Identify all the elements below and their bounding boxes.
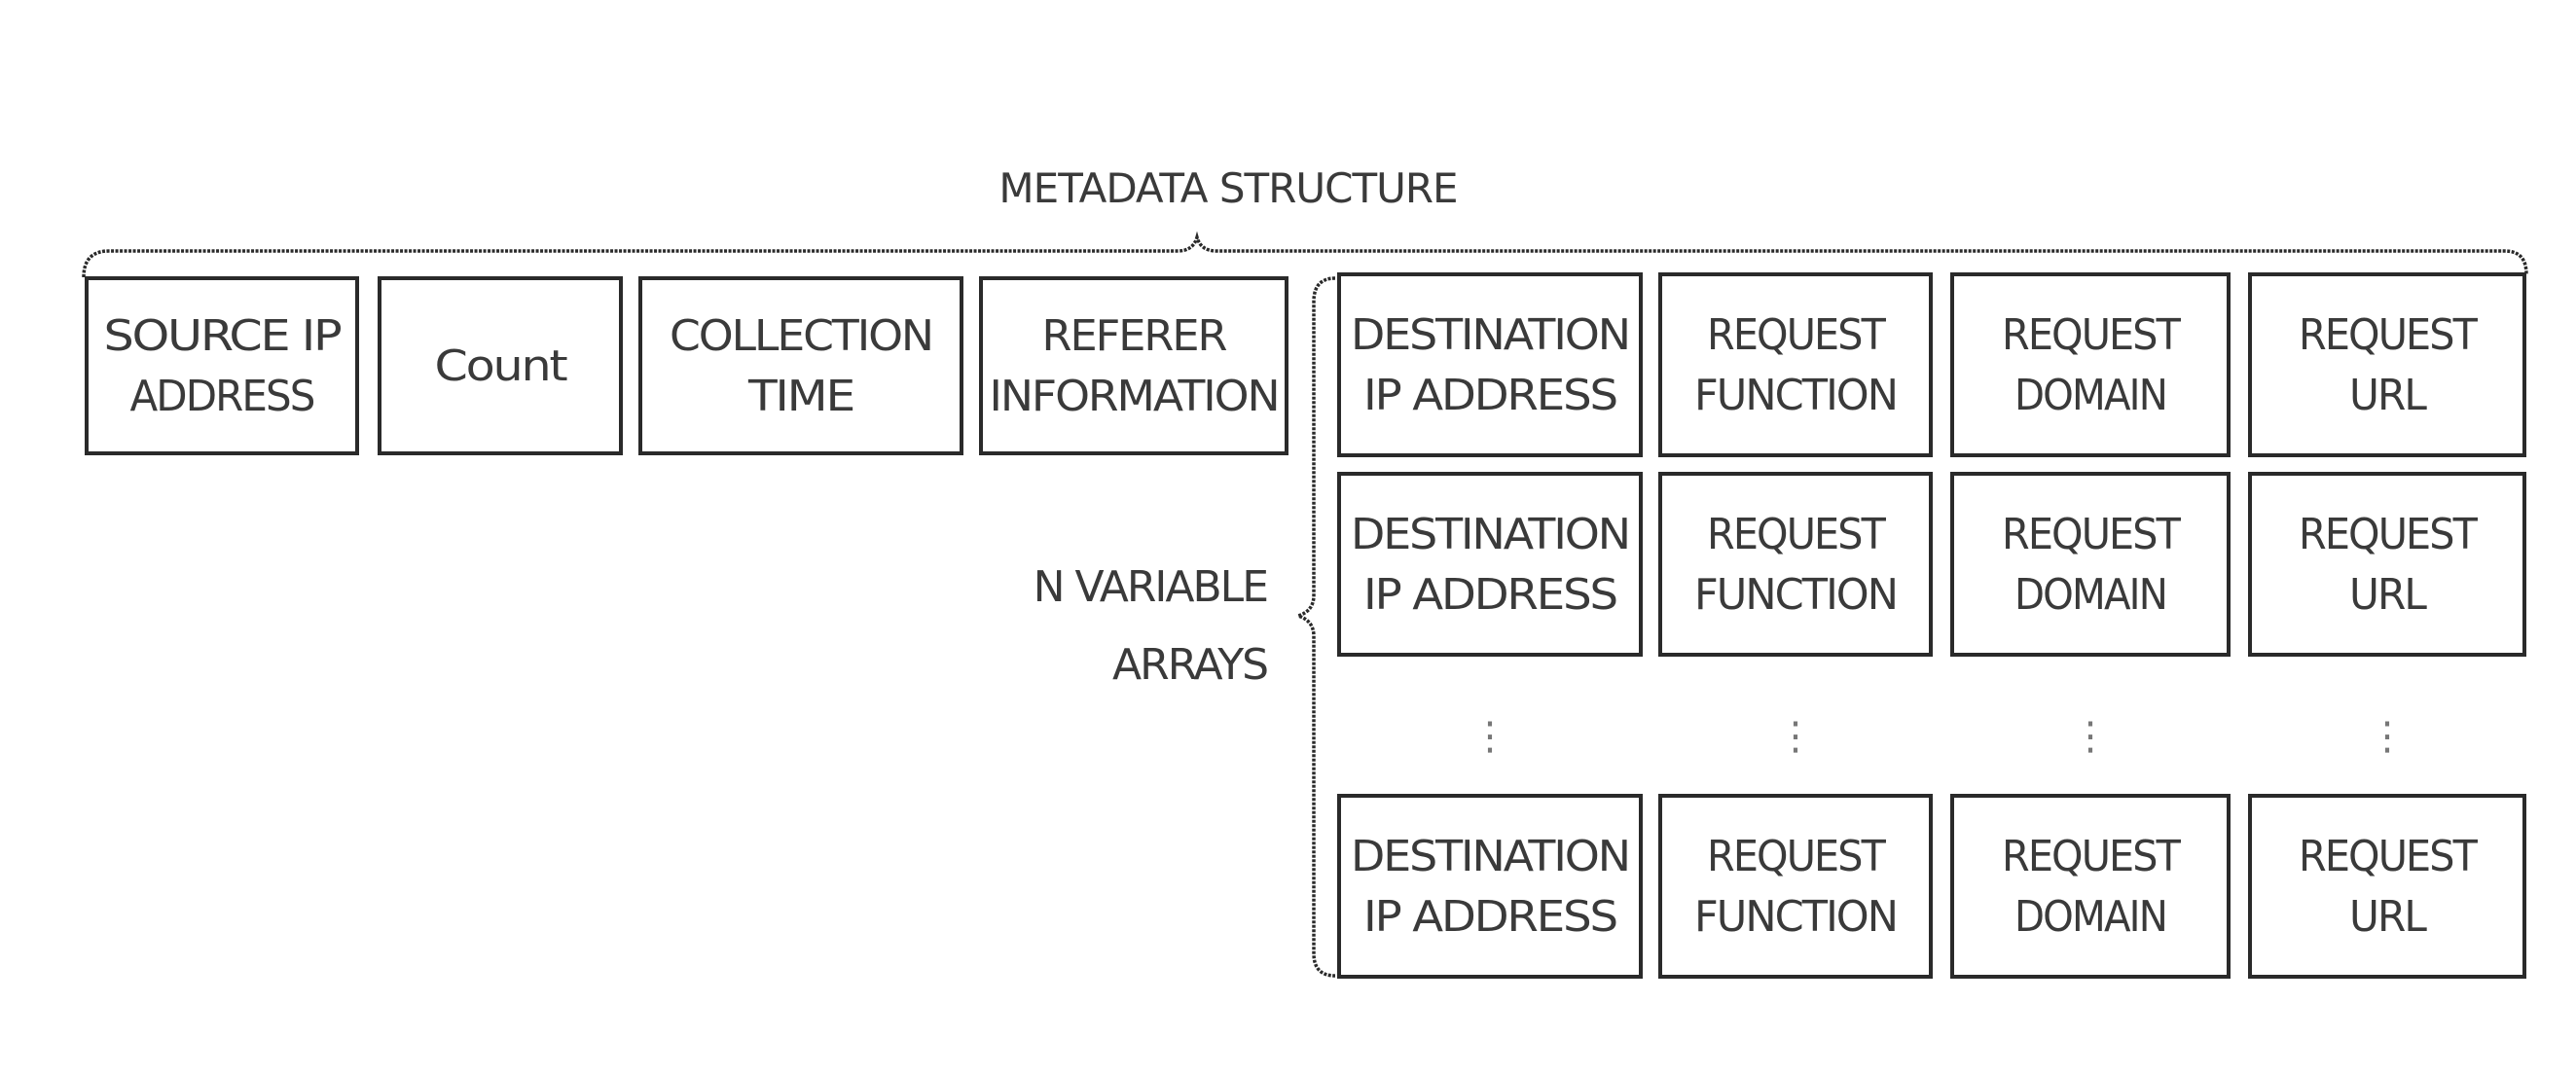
field-label: TIME: [747, 372, 853, 421]
field-label: IP ADDRESS: [1363, 892, 1616, 942]
field-box-request-domain: REQUEST DOMAIN: [1950, 794, 2231, 979]
field-label: DOMAIN: [2014, 371, 2166, 420]
ellipsis-row: ⋮ ⋮ ⋮ ⋮: [1470, 714, 2407, 759]
ellipsis-icon: ⋮: [1776, 714, 1815, 759]
ellipsis-icon: ⋮: [2368, 714, 2407, 759]
field-box-destination-ip-address: DESTINATION IP ADDRESS: [1337, 272, 1643, 457]
field-box-request-domain: REQUEST DOMAIN: [1950, 472, 2231, 657]
array-label: N VARIABLE ARRAYS: [1034, 562, 1270, 690]
field-box-border: [979, 276, 1288, 455]
array-label-line: ARRAYS: [1112, 640, 1267, 690]
top-brace: [82, 231, 2528, 278]
field-box-border: [638, 276, 963, 455]
field-box-border: [1950, 272, 2231, 457]
field-label: URL: [2349, 892, 2427, 942]
field-label: COLLECTION: [670, 311, 932, 361]
field-box-count: Count: [378, 276, 623, 455]
field-label: IP ADDRESS: [1363, 371, 1616, 420]
field-label: REFERER: [1042, 311, 1227, 361]
field-box-destination-ip-address: DESTINATION IP ADDRESS: [1337, 472, 1643, 657]
field-box-request-function: REQUEST FUNCTION: [1658, 794, 1933, 979]
field-box-border: [1658, 794, 1933, 979]
field-box-source-ip-address: SOURCE IP ADDRESS: [85, 276, 359, 455]
field-box-request-url: REQUEST URL: [2248, 272, 2526, 457]
variable-arrays: DESTINATIONIP ADDRESSREQUESTFUNCTIONREQU…: [1337, 272, 2526, 979]
field-box-border: [1337, 472, 1643, 657]
field-label: INFORMATION: [990, 372, 1279, 421]
field-label: REQUEST: [2002, 832, 2181, 881]
field-label: REQUEST: [2299, 832, 2478, 881]
field-box-border: [1337, 272, 1643, 457]
field-label: REQUEST: [2299, 510, 2478, 559]
diagram-title: METADATA STRUCTURE: [998, 164, 1457, 212]
field-label: FUNCTION: [1694, 892, 1897, 942]
field-label: DESTINATION: [1351, 310, 1629, 360]
fixed-fields: SOURCE IP ADDRESS Count COLLECTION TIME REFER…: [85, 276, 1288, 455]
metadata-structure-diagram: METADATA STRUCTURE SOURCE IP ADDRESS Count…: [82, 164, 2528, 979]
field-label: DESTINATION: [1351, 510, 1629, 559]
field-label: REQUEST: [1707, 310, 1886, 360]
array-row-last: DESTINATIONIP ADDRESSREQUESTFUNCTIONREQU…: [1337, 794, 2526, 979]
field-box-border: [2248, 472, 2526, 657]
field-label: IP ADDRESS: [1363, 570, 1616, 620]
field-box-request-url: REQUEST URL: [2248, 794, 2526, 979]
field-box-border: [2248, 794, 2526, 979]
field-label: DOMAIN: [2014, 570, 2166, 620]
array-brace: [1292, 276, 1336, 978]
field-label: REQUEST: [1707, 832, 1886, 881]
field-box-border: [1950, 794, 2231, 979]
field-label: Count: [435, 341, 568, 391]
field-label: FUNCTION: [1694, 371, 1897, 420]
field-box-destination-ip-address: DESTINATION IP ADDRESS: [1337, 794, 1643, 979]
array-row-second: DESTINATIONIP ADDRESSREQUESTFUNCTIONREQU…: [1337, 472, 2526, 657]
ellipsis-icon: ⋮: [2071, 714, 2110, 759]
field-label: DOMAIN: [2014, 892, 2166, 942]
field-label: SOURCE IP: [104, 311, 343, 361]
array-label-line: N VARIABLE: [1034, 562, 1267, 612]
field-label: URL: [2349, 371, 2427, 420]
field-box-request-url: REQUEST URL: [2248, 472, 2526, 657]
field-box-border: [1658, 472, 1933, 657]
field-box-border: [1337, 794, 1643, 979]
field-label: URL: [2349, 570, 2427, 620]
field-box-border: [2248, 272, 2526, 457]
field-box-border: [85, 276, 359, 455]
field-label: ADDRESS: [130, 372, 314, 421]
field-label: REQUEST: [2002, 510, 2181, 559]
field-box-request-function: REQUEST FUNCTION: [1658, 272, 1933, 457]
ellipsis-icon: ⋮: [1470, 714, 1509, 759]
field-label: FUNCTION: [1694, 570, 1897, 620]
field-box-request-function: REQUEST FUNCTION: [1658, 472, 1933, 657]
field-box-referer-information: REFERER INFORMATION: [979, 276, 1288, 455]
field-box-border: [1658, 272, 1933, 457]
field-label: REQUEST: [1707, 510, 1886, 559]
field-box-border: [1950, 472, 2231, 657]
field-box-request-domain: REQUEST DOMAIN: [1950, 272, 2231, 457]
field-label: DESTINATION: [1351, 832, 1629, 881]
field-label: REQUEST: [2299, 310, 2478, 360]
field-box-collection-time: COLLECTION TIME: [638, 276, 963, 455]
field-label: REQUEST: [2002, 310, 2181, 360]
array-row-first: DESTINATIONIP ADDRESSREQUESTFUNCTIONREQU…: [1337, 272, 2526, 457]
